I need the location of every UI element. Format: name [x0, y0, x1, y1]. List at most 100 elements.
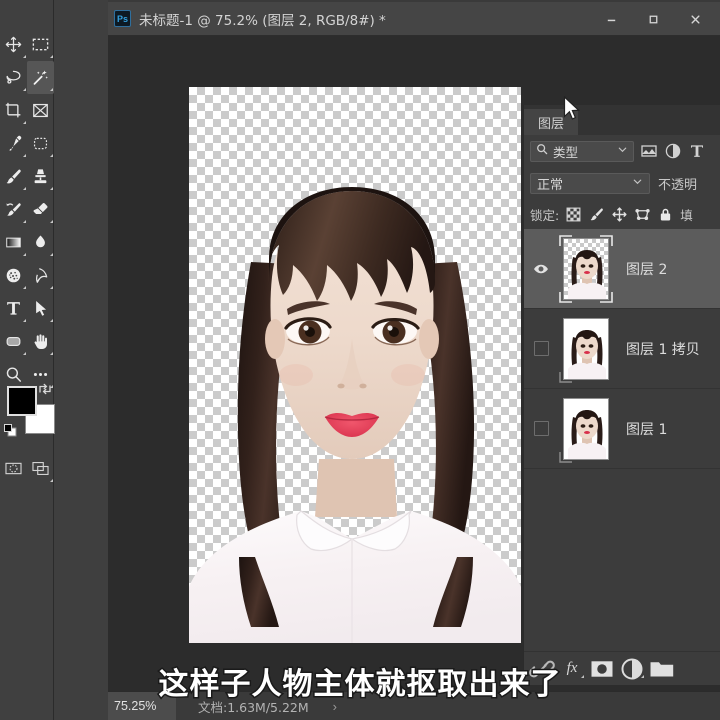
blend-mode-value: 正常: [537, 177, 564, 193]
thumbnail-corner-mark: [559, 371, 572, 383]
flyout-triangle: [23, 187, 26, 190]
flyout-triangle: [50, 253, 53, 256]
path-selection-tool[interactable]: [27, 292, 54, 325]
blend-mode-select[interactable]: 正常: [530, 172, 650, 194]
new-group-button[interactable]: [648, 655, 676, 683]
fx-icon: fx: [566, 660, 578, 676]
layers-panel: 图层 类型 正常 不透明 锁定: 填 图层 2 图层 1 拷贝 图层 1 fx: [523, 105, 720, 685]
document-canvas[interactable]: [189, 87, 521, 643]
magic-wand-tool[interactable]: [27, 61, 54, 94]
add-layer-mask-button[interactable]: [588, 655, 616, 683]
lock-label: 锁定:: [530, 207, 560, 223]
flyout-triangle: [23, 121, 26, 124]
chevron-down-icon: [617, 142, 628, 160]
flyout-triangle: [641, 674, 644, 678]
rectangular-select-tool[interactable]: [27, 28, 54, 61]
flyout-triangle: [50, 187, 53, 190]
layer-row[interactable]: 图层 1: [524, 389, 720, 469]
flyout-triangle: [50, 220, 53, 223]
flyout-triangle: [23, 253, 26, 256]
lasso-tool[interactable]: [0, 61, 27, 94]
swap-colors-icon[interactable]: [38, 382, 52, 396]
frame-tool[interactable]: [27, 94, 54, 127]
layer-visibility-toggle[interactable]: [524, 389, 558, 469]
layer-filter-type-select[interactable]: 类型: [530, 140, 634, 162]
move-tool[interactable]: [0, 28, 27, 61]
layer-row[interactable]: 图层 2: [524, 229, 720, 309]
layer-row[interactable]: 图层 1 拷贝: [524, 309, 720, 389]
chevron-down-icon: [632, 174, 643, 192]
foreground-color-swatch[interactable]: [7, 386, 37, 416]
layer-filter-row: 类型: [524, 135, 720, 167]
flyout-triangle: [50, 319, 53, 322]
layer-visibility-toggle[interactable]: [524, 229, 558, 309]
filter-pixel-layers-icon[interactable]: [640, 142, 658, 160]
window-controls: [590, 2, 716, 36]
flyout-triangle: [50, 88, 53, 91]
eyedropper-tool[interactable]: [0, 127, 27, 160]
hand-tool[interactable]: [27, 325, 54, 358]
blend-mode-row: 正常 不透明: [524, 167, 720, 199]
portrait-cutout-image: [189, 187, 521, 643]
pen-tool[interactable]: [27, 259, 54, 292]
shape-tool[interactable]: [0, 325, 27, 358]
patch-tool[interactable]: [27, 127, 54, 160]
document-titlebar[interactable]: Ps 未标题-1 @ 75.2% (图层 2, RGB/8#) *: [108, 2, 720, 36]
brush-tool[interactable]: [0, 160, 27, 193]
document-size-info: 文档:1.63M/5.22M: [198, 699, 309, 715]
layer-list: 图层 2 图层 1 拷贝 图层 1: [524, 229, 720, 469]
flyout-triangle: [23, 319, 26, 322]
lock-image-icon[interactable]: [588, 206, 605, 223]
layers-panel-footer: fx: [524, 651, 720, 685]
mouse-pointer: [563, 96, 581, 120]
new-adjustment-layer-button[interactable]: [618, 655, 646, 683]
gradient-tool[interactable]: [0, 226, 27, 259]
flyout-triangle: [23, 154, 26, 157]
flyout-triangle: [50, 479, 53, 482]
layer-name: 图层 1: [626, 421, 668, 438]
tool-grid: [0, 28, 54, 391]
filter-type-layers-icon[interactable]: [688, 142, 706, 160]
default-colors-icon[interactable]: [4, 424, 17, 437]
link-layers-button[interactable]: [528, 655, 556, 683]
screen-mode-toggle[interactable]: [27, 452, 54, 485]
status-expand-arrow[interactable]: ›: [333, 699, 337, 714]
thumbnail-selection-brackets: [559, 234, 613, 303]
flyout-triangle: [581, 674, 584, 678]
maximize-button[interactable]: [632, 2, 674, 36]
lock-transparency-icon[interactable]: [565, 206, 582, 223]
layer-thumbnail-wrap[interactable]: [558, 234, 614, 304]
lock-row: 锁定: 填: [524, 199, 720, 229]
minimize-button[interactable]: [590, 2, 632, 36]
tools-panel: [0, 0, 55, 720]
lock-position-icon[interactable]: [611, 206, 628, 223]
layer-filter-value: 类型: [553, 144, 579, 160]
layer-thumbnail-wrap[interactable]: [558, 394, 614, 464]
fill-label: 填: [680, 207, 693, 223]
crop-tool[interactable]: [0, 94, 27, 127]
filter-adjustment-layers-icon[interactable]: [664, 142, 682, 160]
layer-name: 图层 1 拷贝: [626, 341, 700, 358]
layer-visibility-toggle[interactable]: [524, 309, 558, 389]
status-bar: 75.25% 文档:1.63M/5.22M ›: [108, 691, 720, 720]
lock-artboard-icon[interactable]: [634, 206, 651, 223]
history-brush-tool[interactable]: [0, 193, 27, 226]
quick-mask-toggle[interactable]: [0, 452, 27, 485]
lock-all-icon[interactable]: [657, 206, 674, 223]
layer-name: 图层 2: [626, 261, 668, 278]
dodge-tool[interactable]: [0, 259, 27, 292]
close-button[interactable]: [674, 2, 716, 36]
type-tool[interactable]: [0, 292, 27, 325]
photoshop-window: Ps 未标题-1 @ 75.2% (图层 2, RGB/8#) * 图层 类型 …: [0, 0, 720, 720]
blur-tool[interactable]: [27, 226, 54, 259]
search-icon: [536, 142, 548, 160]
eraser-tool[interactable]: [27, 193, 54, 226]
layer-style-button[interactable]: fx: [558, 655, 586, 683]
layer-thumbnail-wrap[interactable]: [558, 314, 614, 384]
opacity-label: 不透明: [658, 177, 698, 193]
zoom-level-input[interactable]: 75.25%: [108, 691, 176, 720]
color-swatches: [4, 383, 55, 440]
workspace-gutter: [54, 0, 108, 720]
clone-stamp-tool[interactable]: [27, 160, 54, 193]
photoshop-logo-icon: Ps: [114, 10, 131, 27]
